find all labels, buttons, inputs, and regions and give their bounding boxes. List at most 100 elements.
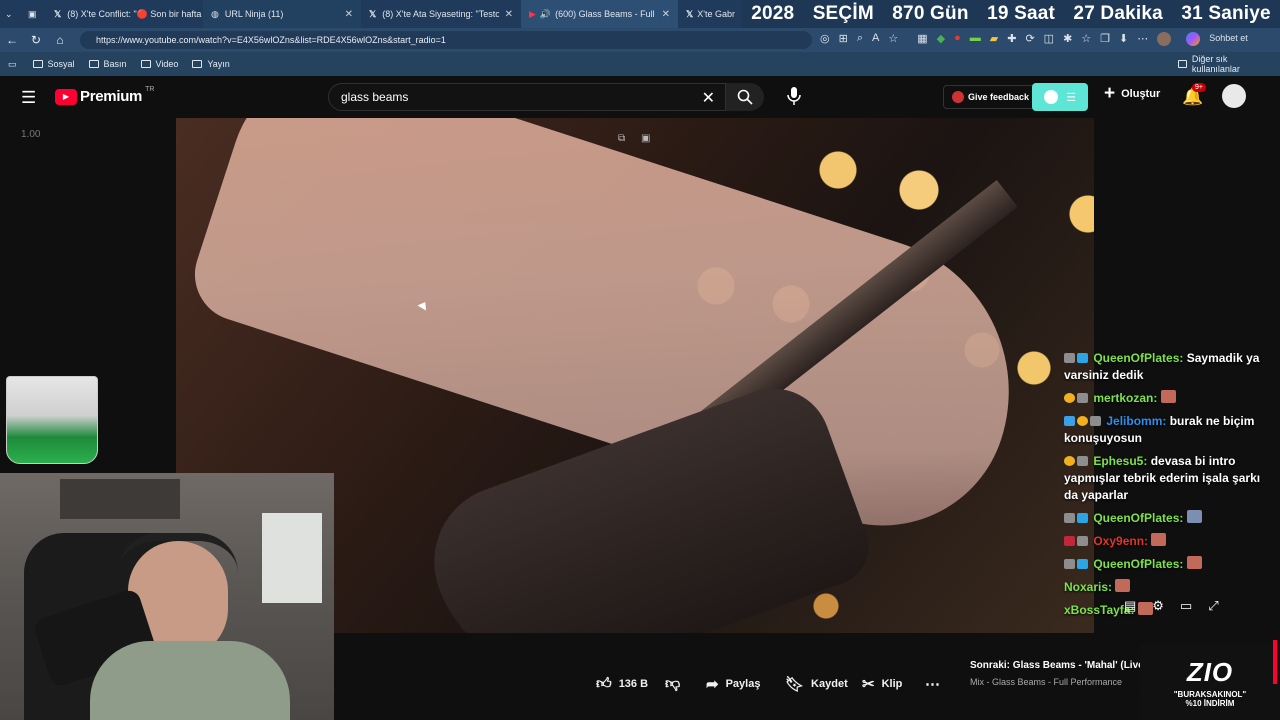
emote-icon: [1115, 579, 1131, 592]
clear-search-icon[interactable]: ✕: [702, 88, 715, 108]
search-value: glass beams: [341, 90, 409, 104]
folder-icon: [88, 60, 99, 68]
downloads-icon[interactable]: ⬇: [1119, 32, 1128, 46]
dislike-button[interactable]: 👎︎: [665, 675, 680, 693]
extension-toggle[interactable]: ☰: [1032, 83, 1088, 111]
extension-icon[interactable]: ●: [954, 32, 961, 46]
extension-icon[interactable]: ▦: [917, 32, 927, 46]
favorite-icon[interactable]: ☆: [888, 32, 898, 46]
tab-3[interactable]: ▶ 🔊 (600) Glass Beams - Full Perfo ✕: [521, 0, 678, 28]
copilot-icon[interactable]: [1186, 32, 1201, 46]
whiteboard: [262, 513, 322, 603]
streamer-webcam: [0, 473, 334, 720]
favorites-icon[interactable]: ☆: [1081, 32, 1091, 46]
close-tab-icon[interactable]: ✕: [505, 9, 513, 20]
youtube-header: ☰ ▶ Premium TR glass beams ✕ Give feedba…: [0, 76, 1280, 118]
tab-label: (8) X'te Ata Siyaseting: "Testo Tayla: [382, 9, 499, 19]
site-info-icon[interactable]: ◎: [820, 32, 830, 46]
up-next-card[interactable]: Sonraki: Glass Beams - 'Mahal' (Live) Mi…: [957, 652, 1147, 698]
chat-user: Noxaris:: [1064, 580, 1113, 594]
chat-message: Ephesu5: devasa bi intro yapmışlar tebri…: [1064, 453, 1276, 504]
logo-text: Premium: [80, 88, 143, 105]
sidebar-toggle-icon[interactable]: ▭: [8, 59, 17, 70]
tab-0[interactable]: 𝕏 (8) X'te Conflict: "🔴 Son bir hafta ✕: [46, 0, 203, 28]
extension-icon[interactable]: ⟳: [1025, 32, 1034, 46]
bookmark-folder[interactable]: Sosyal: [32, 59, 75, 69]
bookmark-icon: 🔖︎: [785, 676, 805, 693]
menu-icon[interactable]: ☰: [21, 88, 36, 108]
bookmarks-bar: ▭ Sosyal Basın Video Yayın Diğer sık kul…: [0, 52, 1280, 76]
headphones: [118, 533, 238, 573]
chat-message: QueenOfPlates: Saymadik ya varsiniz dedi…: [1064, 350, 1276, 384]
up-next-subtitle: Mix - Glass Beams - Full Performance (Li…: [970, 677, 1124, 687]
tab-list-chevron-icon[interactable]: ⌄: [0, 0, 22, 28]
voice-search-button[interactable]: [786, 86, 802, 106]
pip-icon[interactable]: ⧉: [618, 133, 625, 144]
ninja-icon: ◍: [211, 8, 219, 19]
speaker-icon[interactable]: 🔊: [540, 9, 551, 20]
save-button[interactable]: 🔖︎ Kaydet: [785, 675, 848, 693]
chat-user: QueenOfPlates:: [1093, 557, 1184, 571]
bookmark-folder[interactable]: Video: [140, 59, 179, 69]
profile-avatar[interactable]: [1157, 32, 1172, 46]
create-button[interactable]: + Oluştur: [1104, 84, 1160, 103]
url-field[interactable]: https://www.youtube.com/watch?v=E4X56wlO…: [80, 31, 812, 49]
extension-icon[interactable]: ▰: [990, 32, 998, 46]
clip-button[interactable]: ✂ Klip: [862, 675, 902, 693]
toolbar-extensions: ◎ ⊞ ⌕ A ☆ ▦ ◆ ● ▬ ▰ ✚ ⟳ ◫ ✱ ☆ ❐ ⬇ ⋯ Sohb…: [820, 32, 1248, 46]
read-aloud-icon[interactable]: A: [872, 32, 879, 46]
search-input[interactable]: glass beams ✕: [328, 83, 726, 111]
badge-icon: [1077, 393, 1088, 403]
search-button[interactable]: [726, 83, 764, 111]
banner-election: SEÇİM: [812, 3, 874, 24]
like-button[interactable]: 👍︎ 136 B: [596, 675, 648, 693]
chat-message: Oxy9enn:: [1064, 533, 1276, 550]
more-icon: ⋯: [925, 676, 940, 693]
youtube-logo[interactable]: ▶ Premium TR: [55, 86, 154, 105]
miniplayer-icon[interactable]: ▣: [641, 133, 650, 144]
bookmark-folder[interactable]: Yayın: [192, 59, 230, 69]
tab-1[interactable]: ◍ URL Ninja (11) ✕: [203, 0, 361, 28]
tab-2[interactable]: 𝕏 (8) X'te Ata Siyaseting: "Testo Tayla …: [361, 0, 521, 28]
tab-4[interactable]: 𝕏 X'te Gabr: [678, 0, 738, 28]
apps-icon[interactable]: ⊞: [839, 32, 848, 46]
chat-button[interactable]: Sohbet et: [1209, 33, 1248, 46]
share-button[interactable]: ➦ Paylaş: [706, 675, 760, 693]
subtitles-icon[interactable]: ▤: [1124, 598, 1136, 614]
bookmark-folder[interactable]: Basın: [88, 59, 127, 69]
close-tab-icon[interactable]: ✕: [662, 9, 670, 20]
chat-message: Noxaris:: [1064, 579, 1276, 596]
give-feedback-button[interactable]: Give feedback: [943, 85, 1039, 109]
settings-icon[interactable]: ⚙: [1152, 598, 1164, 614]
sponsor-discount: %10 İNDİRİM: [1185, 698, 1235, 708]
workspaces-icon[interactable]: ▣: [22, 0, 46, 28]
other-favorites[interactable]: Diğer sık kullanılanlar: [1178, 54, 1266, 74]
chat-message: QueenOfPlates:: [1064, 510, 1276, 527]
close-tab-icon[interactable]: ✕: [345, 9, 353, 20]
collections-icon[interactable]: ❐: [1100, 32, 1110, 46]
refresh-icon[interactable]: ↻: [24, 33, 48, 47]
theater-mode-icon[interactable]: ▭: [1180, 598, 1192, 614]
split-screen-icon[interactable]: ◫: [1044, 32, 1054, 46]
countdown-banner: 2028 SEÇİM 870 Gün 19 Saat 27 Dakika 31 …: [742, 0, 1280, 28]
like-count: 136 B: [618, 678, 649, 690]
chat-user: mertkozan:: [1093, 391, 1158, 405]
back-icon[interactable]: ←: [0, 33, 24, 47]
zoom-icon[interactable]: ⌕: [857, 32, 863, 46]
folder-icon: [32, 60, 43, 68]
notifications-button[interactable]: 🔔 9+: [1182, 83, 1206, 107]
more-actions-button[interactable]: ⋯: [925, 675, 940, 693]
extension-icon[interactable]: ◆: [937, 32, 945, 46]
account-avatar[interactable]: [1222, 84, 1246, 108]
diamond-icon: [1077, 513, 1088, 523]
extension-icon[interactable]: ▬: [970, 32, 981, 46]
fullscreen-icon[interactable]: ⤢: [1208, 598, 1218, 614]
extensions-icon[interactable]: ✱: [1063, 32, 1072, 46]
home-icon[interactable]: ⌂: [48, 33, 72, 47]
bookmark-label: Video: [155, 59, 179, 69]
more-icon[interactable]: ⋯: [1137, 32, 1148, 46]
diamond-icon: [1077, 559, 1088, 569]
extension-icon[interactable]: ✚: [1007, 32, 1016, 46]
notification-badge: 9+: [1192, 83, 1206, 92]
badge-icon: [1077, 536, 1088, 546]
